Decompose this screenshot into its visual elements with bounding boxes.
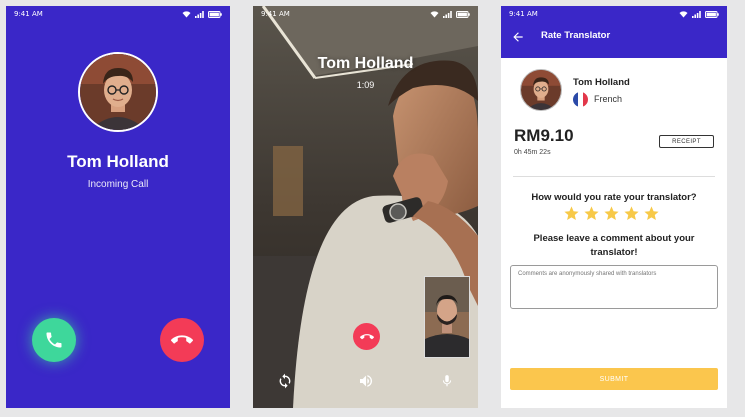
translator-name: Tom Holland: [573, 77, 630, 88]
receipt-button[interactable]: RECEIPT: [659, 135, 714, 148]
translator-language: French: [594, 94, 623, 104]
submit-button[interactable]: SUBMIT: [510, 368, 718, 390]
status-time: 9:41 AM: [261, 10, 290, 18]
battery-icon: [705, 10, 719, 18]
decline-call-button[interactable]: [160, 318, 204, 362]
self-video-preview[interactable]: [424, 276, 470, 358]
star-icon[interactable]: [603, 205, 620, 222]
speaker-icon: [360, 375, 373, 387]
status-time: 9:41 AM: [509, 10, 538, 18]
call-price: RM9.10: [514, 126, 574, 145]
app-header: 9:41 AM Rate Translator: [501, 6, 727, 58]
star-icon[interactable]: [623, 205, 640, 222]
caller-avatar: [78, 52, 158, 132]
refresh-camera-icon: [279, 373, 291, 389]
signal-icon: [195, 10, 204, 18]
video-call-screen: 9:41 AM Tom Holland 1:09: [253, 6, 478, 408]
status-time: 9:41 AM: [14, 10, 43, 18]
wifi-icon: [679, 10, 688, 17]
rating-question: How would you rate your translator?: [531, 192, 697, 203]
hang-up-icon: [359, 333, 374, 339]
speaker-button[interactable]: [357, 372, 375, 390]
status-bar: 9:41 AM: [501, 6, 727, 22]
comment-prompt: Please leave a comment about your transl…: [533, 233, 695, 258]
page-title: Rate Translator: [541, 30, 611, 41]
end-call-button[interactable]: [353, 323, 380, 350]
battery-icon: [456, 10, 470, 18]
star-rating: [563, 205, 660, 222]
translator-avatar: [520, 69, 562, 111]
status-bar: 9:41 AM: [253, 6, 478, 22]
microphone-icon: [442, 375, 452, 387]
wifi-icon: [182, 10, 191, 17]
wifi-icon: [430, 10, 439, 17]
switch-camera-button[interactable]: [276, 372, 294, 390]
phone-icon: [46, 332, 62, 348]
accept-call-button[interactable]: [32, 318, 76, 362]
status-bar: 9:41 AM: [6, 6, 230, 22]
caller-name: Tom Holland: [67, 152, 169, 171]
hang-up-icon: [171, 335, 193, 344]
signal-icon: [692, 10, 701, 18]
back-button[interactable]: [511, 30, 525, 44]
divider: [513, 176, 715, 177]
call-timer: 1:09: [356, 80, 375, 90]
arrow-left-icon: [513, 32, 523, 42]
star-icon[interactable]: [563, 205, 580, 222]
star-icon[interactable]: [643, 205, 660, 222]
france-flag-icon: [573, 92, 588, 107]
call-status: Incoming Call: [87, 179, 149, 190]
battery-icon: [208, 10, 222, 18]
mute-button[interactable]: [438, 372, 456, 390]
call-duration: 0h 45m 22s: [514, 149, 551, 156]
rate-translator-screen: 9:41 AM Rate Translator Tom Holland Fren…: [501, 6, 727, 408]
incoming-call-screen: 9:41 AM Tom Holland Incoming Call: [6, 6, 230, 408]
star-icon[interactable]: [583, 205, 600, 222]
caller-name: Tom Holland: [317, 55, 414, 72]
comment-input[interactable]: [510, 265, 718, 309]
signal-icon: [443, 10, 452, 18]
